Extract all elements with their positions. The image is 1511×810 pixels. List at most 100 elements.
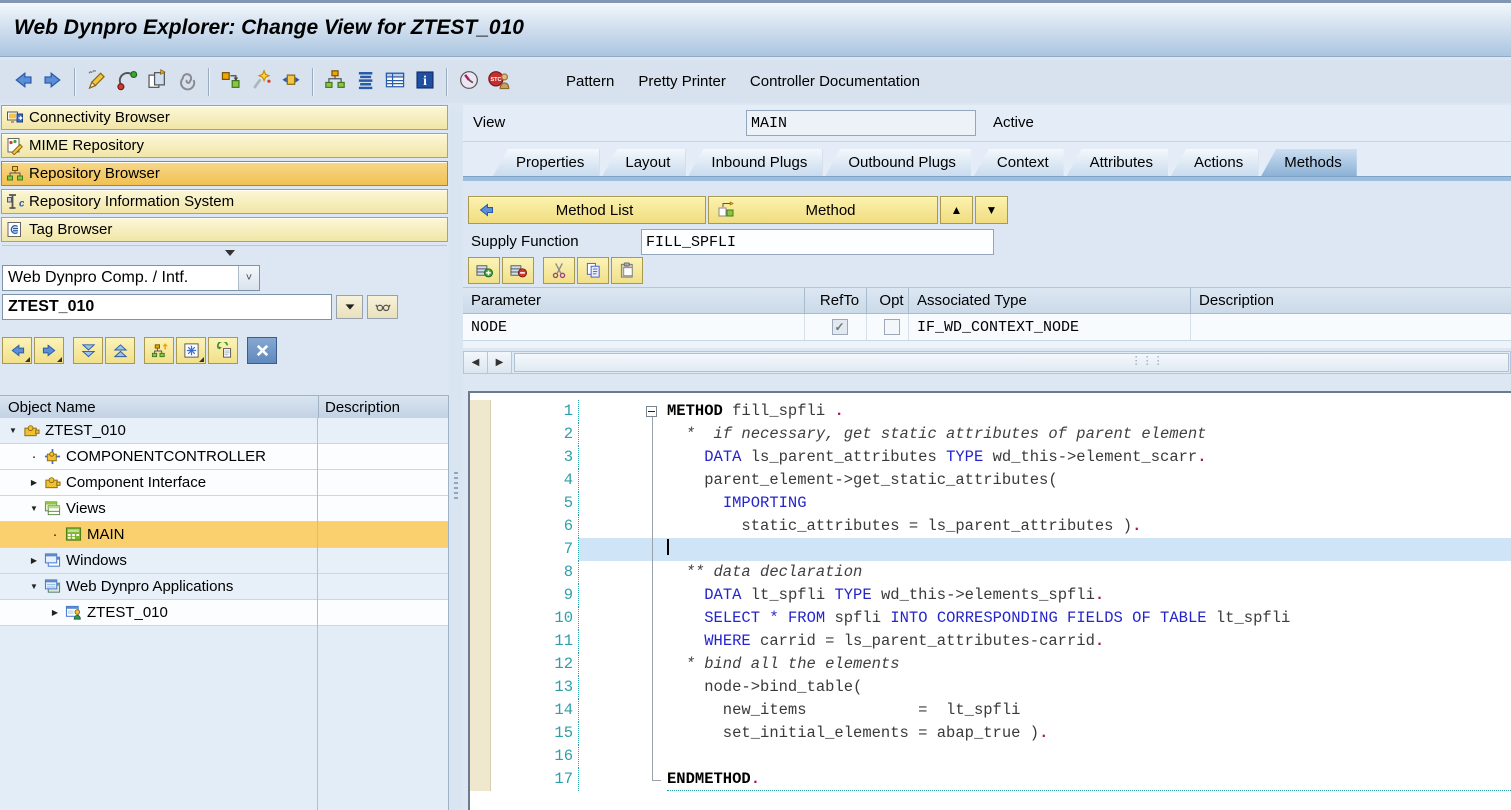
tab-actions[interactable]: Actions <box>1171 149 1258 176</box>
toolbar-text-button-pretty-printer[interactable]: Pretty Printer <box>626 69 738 94</box>
code-text[interactable]: set_initial_elements = abap_true ). <box>667 722 1511 745</box>
breakpoint-gutter[interactable] <box>470 400 491 423</box>
tree-column-divider[interactable] <box>317 418 318 810</box>
toolbar-text-button-controller-documentation[interactable]: Controller Documentation <box>738 69 932 94</box>
supply-function-input[interactable] <box>641 229 994 255</box>
breakpoint-gutter[interactable] <box>470 423 491 446</box>
object-name-input[interactable] <box>2 294 332 320</box>
tree-column-object-name[interactable]: Object Name <box>0 396 318 418</box>
code-text[interactable]: static_attributes = ls_parent_attributes… <box>667 515 1511 538</box>
toolbar-button-copy-object[interactable] <box>142 67 172 97</box>
scroll-right-button[interactable]: ▶ <box>488 352 512 373</box>
code-line-8[interactable]: 8 ** data declaration <box>470 561 1511 584</box>
toolbar-button-display-change[interactable] <box>82 67 112 97</box>
object-history-button[interactable] <box>336 295 363 319</box>
scrollbar-thumb[interactable]: ⋮⋮⋮ <box>514 353 1509 372</box>
quick-button-forward[interactable] <box>34 337 64 364</box>
code-line-16[interactable]: 16 <box>470 745 1511 768</box>
code-text[interactable]: WHERE carrid = ls_parent_attributes-carr… <box>667 630 1511 653</box>
breakpoint-gutter[interactable] <box>470 768 491 791</box>
code-text[interactable] <box>667 538 1511 561</box>
breakpoint-gutter[interactable] <box>470 745 491 768</box>
refto-checkbox[interactable]: ✓ <box>832 319 848 335</box>
breakpoint-gutter[interactable] <box>470 584 491 607</box>
code-line-10[interactable]: 10 SELECT * FROM spfli INTO CORRESPONDIN… <box>470 607 1511 630</box>
browser-item-tag[interactable]: Tag Browser <box>1 217 448 242</box>
tree-row-web-dynpro-applications[interactable]: ▼Web Dynpro Applications <box>0 574 448 600</box>
edit-button-cut[interactable] <box>543 257 575 284</box>
tab-outbound-plugs[interactable]: Outbound Plugs <box>825 149 971 176</box>
toolbar-button-help[interactable]: i <box>410 67 440 97</box>
expander-closed-icon[interactable]: ▶ <box>48 608 62 617</box>
expander-closed-icon[interactable]: ▶ <box>27 478 41 487</box>
code-line-3[interactable]: 3 DATA ls_parent_attributes TYPE wd_this… <box>470 446 1511 469</box>
code-text[interactable]: ENDMETHOD. <box>667 768 1511 791</box>
object-category-select[interactable]: Web Dynpro Comp. / Intf. ˅ <box>2 265 260 291</box>
tab-inbound-plugs[interactable]: Inbound Plugs <box>688 149 822 176</box>
scroll-left-button[interactable]: ◀ <box>464 352 488 373</box>
toolbar-button-org-chart[interactable] <box>320 67 350 97</box>
method-list-button[interactable]: Method List <box>468 196 706 224</box>
code-text[interactable]: SELECT * FROM spfli INTO CORRESPONDING F… <box>667 607 1511 630</box>
tree-row-views[interactable]: ▼Views <box>0 496 448 522</box>
code-text[interactable]: node->bind_table( <box>667 676 1511 699</box>
breakpoint-gutter[interactable] <box>470 722 491 745</box>
col-opt[interactable]: Opt <box>867 288 909 313</box>
tab-attributes[interactable]: Attributes <box>1067 149 1168 176</box>
toolbar-button-back[interactable] <box>8 67 38 97</box>
tree-row-ztest-010[interactable]: ▼ZTEST_010 <box>0 418 448 444</box>
expander-open-icon[interactable]: ▼ <box>6 426 20 435</box>
col-associated-type[interactable]: Associated Type <box>909 288 1191 313</box>
toolbar-button-where-used[interactable] <box>276 67 306 97</box>
method-button[interactable]: Method <box>708 196 938 224</box>
code-text[interactable]: * if necessary, get static attributes of… <box>667 423 1511 446</box>
horizontal-scrollbar[interactable]: ◀ ▶ ⋮⋮⋮ <box>463 351 1511 374</box>
code-line-15[interactable]: 15 set_initial_elements = abap_true ). <box>470 722 1511 745</box>
quick-button-chev-down[interactable] <box>73 337 103 364</box>
breakpoint-gutter[interactable] <box>470 446 491 469</box>
code-text[interactable]: parent_element->get_static_attributes( <box>667 469 1511 492</box>
code-line-4[interactable]: 4 parent_element->get_static_attributes( <box>470 469 1511 492</box>
code-line-13[interactable]: 13 node->bind_table( <box>470 676 1511 699</box>
next-method-button[interactable]: ▼ <box>975 196 1008 224</box>
code-line-12[interactable]: 12 * bind all the elements <box>470 653 1511 676</box>
parameter-row[interactable]: NODE ✓ IF_WD_CONTEXT_NODE <box>463 314 1511 341</box>
quick-button-back[interactable] <box>2 337 32 364</box>
toolbar-button-table-view[interactable] <box>380 67 410 97</box>
quick-button-star-grid[interactable] <box>176 337 206 364</box>
col-refto[interactable]: RefTo <box>805 288 867 313</box>
code-line-7[interactable]: 7 <box>470 538 1511 561</box>
quick-button-refresh-doc[interactable] <box>208 337 238 364</box>
tab-properties[interactable]: Properties <box>493 149 599 176</box>
col-parameter[interactable]: Parameter <box>463 288 805 313</box>
parameter-name-cell[interactable]: NODE <box>463 314 805 340</box>
toolbar-text-button-pattern[interactable]: Pattern <box>554 69 626 94</box>
toolbar-button-refresh[interactable] <box>112 67 142 97</box>
chevron-down-icon[interactable]: ˅ <box>238 266 259 290</box>
tree-row-ztest-010[interactable]: ▶ZTEST_010 <box>0 600 448 626</box>
code-line-14[interactable]: 14 new_items = lt_spfli <box>470 699 1511 722</box>
associated-type-cell[interactable]: IF_WD_CONTEXT_NODE <box>909 314 1191 340</box>
browser-item-connectivity[interactable]: Connectivity Browser <box>1 105 448 130</box>
code-text[interactable]: DATA lt_spfli TYPE wd_this->elements_spf… <box>667 584 1511 607</box>
browser-item-repo-browser[interactable]: Repository Browser <box>1 161 448 186</box>
quick-button-hier-up[interactable] <box>144 337 174 364</box>
tab-context[interactable]: Context <box>974 149 1064 176</box>
browser-item-mime[interactable]: MIME Repository <box>1 133 448 158</box>
breakpoint-gutter[interactable] <box>470 538 491 561</box>
code-text[interactable]: DATA ls_parent_attributes TYPE wd_this->… <box>667 446 1511 469</box>
fold-column[interactable] <box>643 400 667 423</box>
code-text[interactable]: METHOD fill_spfli . <box>667 400 1511 423</box>
tree-column-description[interactable]: Description <box>318 396 448 418</box>
splitter-grip-icon[interactable] <box>454 472 458 502</box>
code-text[interactable]: new_items = lt_spfli <box>667 699 1511 722</box>
edit-button-row-add[interactable] <box>468 257 500 284</box>
tab-methods[interactable]: Methods <box>1261 149 1357 176</box>
quick-button-chev-up[interactable] <box>105 337 135 364</box>
toolbar-button-activate[interactable] <box>172 67 202 97</box>
expander-open-icon[interactable]: ▼ <box>27 504 41 513</box>
edit-button-copy-docs[interactable] <box>577 257 609 284</box>
breakpoint-gutter[interactable] <box>470 653 491 676</box>
toolbar-button-stc[interactable]: STC <box>484 67 514 97</box>
panel-splitter[interactable] <box>449 105 463 810</box>
